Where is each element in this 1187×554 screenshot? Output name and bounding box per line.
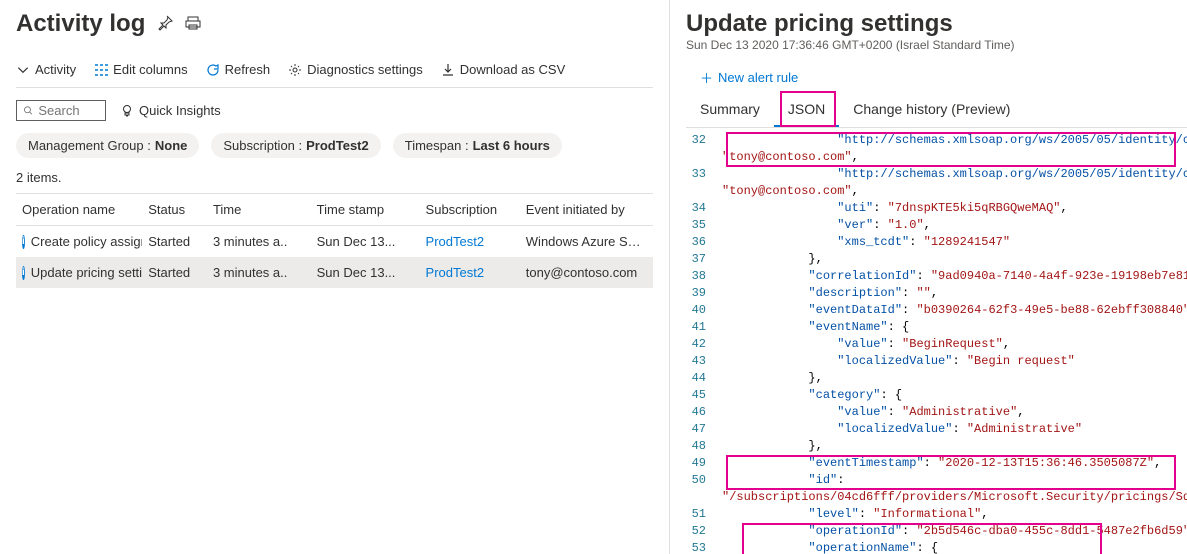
- code-line: 46 "value": "Administrative",: [686, 404, 1187, 421]
- detail-title: Update pricing settings: [686, 10, 1187, 38]
- code-line: 52 "operationId": "2b5d546c-dba0-455c-8d…: [686, 523, 1187, 540]
- edit-columns-button[interactable]: Edit columns: [94, 62, 187, 77]
- code-line: 44 },: [686, 370, 1187, 387]
- refresh-label: Refresh: [225, 62, 271, 77]
- tab-summary[interactable]: Summary: [686, 93, 774, 127]
- detail-pane: Update pricing settings Sun Dec 13 2020 …: [670, 0, 1187, 554]
- code-line: 34 "uti": "7dnspKTE5ki5qRBGQweMAQ",: [686, 200, 1187, 217]
- plus-icon: ＋: [700, 68, 713, 87]
- column-header[interactable]: Subscription: [420, 194, 520, 226]
- detail-subtitle: Sun Dec 13 2020 17:36:46 GMT+0200 (Israe…: [686, 38, 1187, 52]
- title-row: Activity log: [16, 10, 653, 38]
- column-header[interactable]: Operation name: [16, 194, 142, 226]
- filter-subscription[interactable]: Subscription : ProdTest2: [211, 133, 380, 158]
- diagnostics-button[interactable]: Diagnostics settings: [288, 62, 423, 77]
- code-line: 33 "http://schemas.xmlsoap.org/ws/2005/0…: [686, 166, 1187, 183]
- search-input[interactable]: [38, 103, 99, 118]
- print-icon[interactable]: [185, 15, 201, 34]
- search-icon: [23, 104, 33, 117]
- code-line: 49 "eventTimestamp": "2020-12-13T15:36:4…: [686, 455, 1187, 472]
- activity-dropdown[interactable]: Activity: [16, 62, 76, 77]
- code-line: 53 "operationName": {: [686, 540, 1187, 554]
- code-line: 38 "correlationId": "9ad0940a-7140-4a4f-…: [686, 268, 1187, 285]
- page-title: Activity log: [16, 10, 145, 38]
- download-label: Download as CSV: [460, 62, 566, 77]
- code-line: 47 "localizedValue": "Administrative": [686, 421, 1187, 438]
- activity-log-pane: Activity log Activity Edit columns Refre…: [0, 0, 670, 554]
- activity-label: Activity: [35, 62, 76, 77]
- subscription-link[interactable]: ProdTest2: [420, 226, 520, 258]
- download-button[interactable]: Download as CSV: [441, 62, 566, 77]
- refresh-button[interactable]: Refresh: [206, 62, 271, 77]
- code-line: 48 },: [686, 438, 1187, 455]
- lightbulb-icon: [120, 104, 134, 118]
- code-line: 51 "level": "Informational",: [686, 506, 1187, 523]
- new-alert-label: New alert rule: [718, 70, 798, 85]
- filter-row: Management Group : None Subscription : P…: [16, 133, 653, 158]
- tab-json[interactable]: JSON: [774, 93, 839, 127]
- edit-columns-label: Edit columns: [113, 62, 187, 77]
- code-line: "tony@contoso.com",: [686, 183, 1187, 200]
- info-icon: i: [22, 235, 25, 249]
- column-header[interactable]: Time stamp: [311, 194, 420, 226]
- code-line: 32 "http://schemas.xmlsoap.org/ws/2005/0…: [686, 132, 1187, 149]
- quick-insights-button[interactable]: Quick Insights: [120, 103, 221, 118]
- code-line: "/subscriptions/04cd6fff/providers/Micro…: [686, 489, 1187, 506]
- detail-tabs: Summary JSON Change history (Preview): [686, 93, 1187, 128]
- search-box[interactable]: [16, 100, 106, 121]
- new-alert-button[interactable]: ＋ New alert rule: [700, 68, 1187, 87]
- info-icon: i: [22, 266, 25, 280]
- code-line: "tony@contoso.com",: [686, 149, 1187, 166]
- column-header[interactable]: Status: [142, 194, 207, 226]
- code-line: 37 },: [686, 251, 1187, 268]
- column-header[interactable]: Time: [207, 194, 311, 226]
- items-count: 2 items.: [16, 170, 653, 185]
- toolbar: Activity Edit columns Refresh Diagnostic…: [16, 62, 653, 88]
- code-line: 40 "eventDataId": "b0390264-62f3-49e5-be…: [686, 302, 1187, 319]
- code-line: 39 "description": "",: [686, 285, 1187, 302]
- filter-management-group[interactable]: Management Group : None: [16, 133, 199, 158]
- code-line: 36 "xms_tcdt": "1289241547": [686, 234, 1187, 251]
- column-header[interactable]: Event initiated by: [520, 194, 653, 226]
- code-line: 42 "value": "BeginRequest",: [686, 336, 1187, 353]
- code-line: 43 "localizedValue": "Begin request": [686, 353, 1187, 370]
- filter-timespan[interactable]: Timespan : Last 6 hours: [393, 133, 562, 158]
- activity-table: Operation nameStatusTimeTime stampSubscr…: [16, 193, 653, 288]
- code-line: 41 "eventName": {: [686, 319, 1187, 336]
- subscription-link[interactable]: ProdTest2: [420, 257, 520, 288]
- code-line: 35 "ver": "1.0",: [686, 217, 1187, 234]
- search-row: Quick Insights: [16, 100, 653, 121]
- code-line: 50 "id":: [686, 472, 1187, 489]
- pin-icon[interactable]: [157, 15, 173, 34]
- code-line: 45 "category": {: [686, 387, 1187, 404]
- table-row[interactable]: iCreate policy assignmentStarted3 minute…: [16, 226, 653, 258]
- table-row[interactable]: iUpdate pricing settingsStarted3 minutes…: [16, 257, 653, 288]
- tab-change-history[interactable]: Change history (Preview): [839, 93, 1024, 127]
- diagnostics-label: Diagnostics settings: [307, 62, 423, 77]
- quick-insights-label: Quick Insights: [139, 103, 221, 118]
- json-viewer[interactable]: 32 "http://schemas.xmlsoap.org/ws/2005/0…: [686, 132, 1187, 554]
